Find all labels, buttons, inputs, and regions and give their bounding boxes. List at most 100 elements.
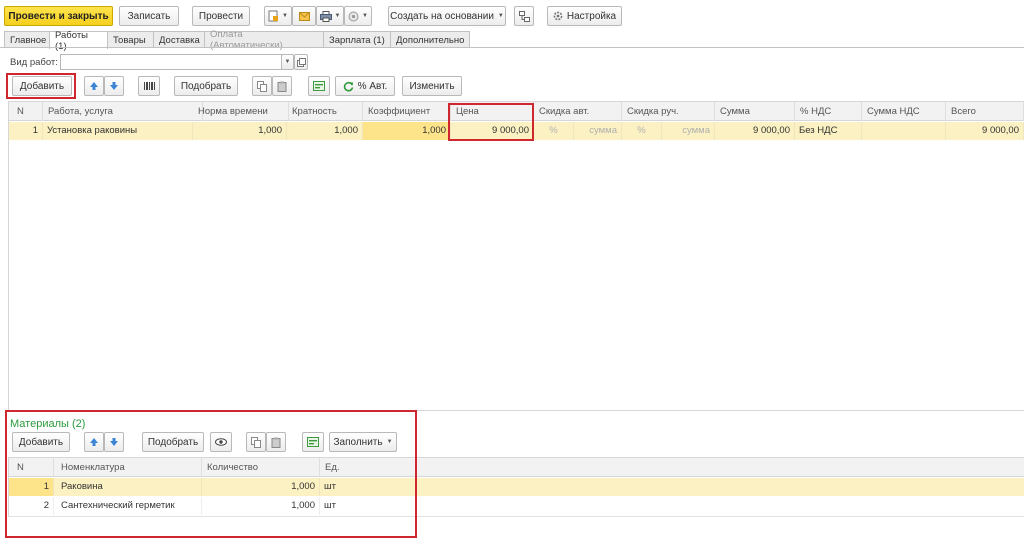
add-material-button[interactable]: Добавить — [12, 432, 70, 452]
change-button[interactable]: Изменить — [402, 76, 462, 96]
create-based-on-button[interactable]: Создать на основании ▼ — [388, 6, 506, 26]
open-window-icon — [296, 57, 306, 67]
tab-bar: Главное Работы (1) Товары Доставка Оплат… — [4, 29, 470, 52]
col-norm[interactable]: Норма времени — [193, 102, 289, 121]
work-type-label: Вид работ: — [10, 57, 58, 68]
row-quantity[interactable]: 1,000 — [202, 478, 320, 496]
row-work[interactable]: Установка раковины — [43, 122, 193, 140]
extra-actions-button[interactable]: ▼ — [344, 6, 372, 26]
col-total[interactable]: Всего — [946, 102, 1024, 121]
col-coefficient[interactable]: Коэффициент — [363, 102, 451, 121]
tab-additional[interactable]: Дополнительно — [390, 31, 470, 48]
view-button[interactable] — [210, 432, 232, 452]
structure-button[interactable] — [514, 6, 534, 26]
document-movements-button[interactable]: ▼ — [264, 6, 292, 26]
row-vat-sum[interactable] — [862, 122, 946, 140]
fill-label: Заполнить — [333, 436, 383, 448]
materials-table-header: N Номенклатура Количество Ед. — [8, 458, 1024, 477]
table-row[interactable]: 2 Сантехнический герметик 1,000 шт — [8, 497, 1024, 515]
tab-divider — [0, 47, 1024, 48]
materials-bottom-border — [8, 516, 1024, 517]
copy-button[interactable] — [252, 76, 272, 96]
grid-left-border — [8, 101, 9, 411]
move-down-button[interactable] — [104, 76, 124, 96]
barcode-icon — [143, 81, 155, 91]
work-type-dropdown-button[interactable]: ▼ — [281, 54, 294, 70]
col-nomenclature[interactable]: Номенклатура — [54, 458, 202, 477]
work-type-open-button[interactable] — [294, 54, 308, 70]
row-total[interactable]: 9 000,00 — [946, 122, 1024, 140]
add-work-button[interactable]: Добавить — [12, 76, 72, 96]
tab-delivery[interactable]: Доставка — [153, 31, 205, 48]
materials-title: Материалы (2) — [10, 418, 86, 430]
tab-salary[interactable]: Зарплата (1) — [323, 31, 391, 48]
row-vat-pct[interactable]: Без НДС — [795, 122, 862, 140]
row-sum[interactable]: 9 000,00 — [715, 122, 795, 140]
tab-goods[interactable]: Товары — [107, 31, 154, 48]
tab-main[interactable]: Главное — [4, 31, 50, 48]
col-vat-pct[interactable]: % НДС — [795, 102, 862, 121]
col-quantity[interactable]: Количество — [202, 458, 320, 477]
table-row[interactable]: 1 Раковина 1,000 шт — [8, 478, 1024, 496]
arrow-down-icon — [109, 81, 119, 91]
materials-form-button[interactable] — [302, 432, 324, 452]
col-price[interactable]: Цена — [451, 102, 534, 121]
row-nomenclature[interactable]: Сантехнический герметик — [54, 497, 202, 515]
row-unit[interactable]: шт — [320, 478, 400, 496]
fill-button[interactable]: Заполнить ▼ — [329, 432, 397, 452]
row-auto-discount-pct[interactable]: % — [534, 122, 574, 140]
document-icon — [268, 10, 279, 22]
work-type-input[interactable] — [60, 54, 282, 70]
row-multiplicity[interactable]: 1,000 — [287, 122, 363, 140]
barcode-button[interactable] — [138, 76, 160, 96]
row-norm[interactable]: 1,000 — [193, 122, 287, 140]
gear-icon — [553, 11, 563, 21]
auto-discount-button[interactable]: % Авт. — [335, 76, 395, 96]
works-table-header: N Работа, услуга Норма времени Кратность… — [8, 102, 1024, 121]
materials-move-up-button[interactable] — [84, 432, 104, 452]
materials-left-border — [8, 457, 9, 517]
row-coefficient[interactable]: 1,000 — [363, 122, 451, 140]
post-and-close-button[interactable]: Провести и закрыть — [4, 6, 113, 26]
materials-copy-button[interactable] — [246, 432, 266, 452]
pick-materials-button[interactable]: Подобрать — [142, 432, 204, 452]
paste-button[interactable] — [272, 76, 292, 96]
row-price[interactable]: 9 000,00 — [451, 122, 534, 140]
post-button[interactable]: Провести — [192, 6, 250, 26]
splitter[interactable] — [8, 410, 1024, 411]
row-quantity[interactable]: 1,000 — [202, 497, 320, 515]
email-button[interactable] — [292, 6, 316, 26]
save-button[interactable]: Записать — [119, 6, 179, 26]
table-row[interactable]: 1 Установка раковины 1,000 1,000 1,000 9… — [8, 122, 1024, 140]
col-unit[interactable]: Ед. — [320, 458, 1024, 477]
row-manual-discount-sum[interactable]: сумма — [662, 122, 715, 140]
col-vat-sum[interactable]: Сумма НДС — [862, 102, 946, 121]
col-n[interactable]: N — [8, 458, 54, 477]
col-manual-discount[interactable]: Скидка руч. — [622, 102, 715, 121]
arrow-up-icon — [89, 81, 99, 91]
tab-payment[interactable]: Оплата (Автоматически) — [204, 29, 324, 51]
row-manual-discount-pct[interactable]: % — [622, 122, 662, 140]
settings-button[interactable]: Настройка — [547, 6, 622, 26]
paste-icon — [271, 437, 282, 448]
row-unit[interactable]: шт — [320, 497, 400, 515]
materials-paste-button[interactable] — [266, 432, 286, 452]
form-fill-button[interactable] — [308, 76, 330, 96]
col-work[interactable]: Работа, услуга — [43, 102, 203, 121]
col-n[interactable]: N — [8, 102, 43, 121]
col-multiplicity[interactable]: Кратность — [287, 102, 363, 121]
arrow-up-icon — [89, 437, 99, 447]
pick-works-button[interactable]: Подобрать — [174, 76, 238, 96]
refresh-icon — [343, 81, 354, 92]
materials-table: N Номенклатура Количество Ед. 1 Раковина… — [8, 457, 1024, 517]
print-button[interactable]: ▼ — [316, 6, 344, 26]
form-icon — [313, 81, 325, 91]
structure-icon — [518, 10, 530, 22]
arrow-down-icon — [109, 437, 119, 447]
row-nomenclature[interactable]: Раковина — [54, 478, 202, 496]
col-auto-discount[interactable]: Скидка авт. — [534, 102, 622, 121]
move-up-button[interactable] — [84, 76, 104, 96]
materials-move-down-button[interactable] — [104, 432, 124, 452]
row-auto-discount-sum[interactable]: сумма — [574, 122, 622, 140]
col-sum[interactable]: Сумма — [715, 102, 795, 121]
